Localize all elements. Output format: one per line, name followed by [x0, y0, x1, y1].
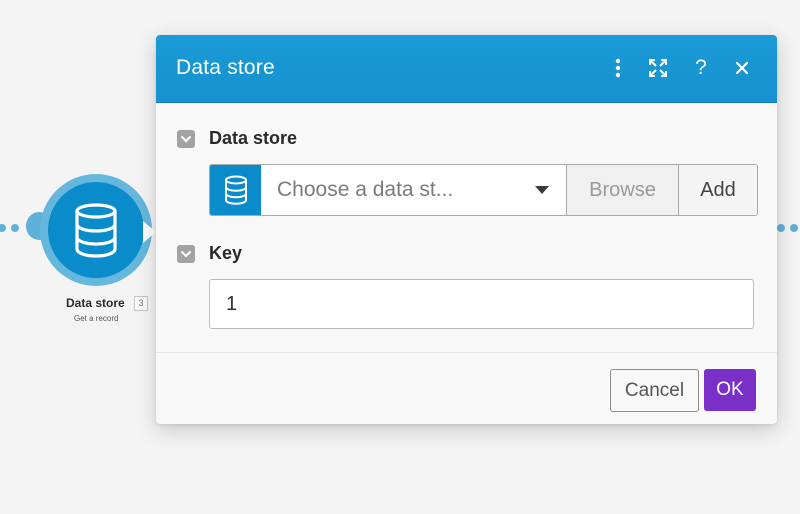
- module-node-subtitle: Get a record: [74, 314, 119, 323]
- browse-button[interactable]: Browse: [567, 165, 679, 215]
- dialog-header: Data store ?: [156, 35, 777, 103]
- data-store-select-placeholder: Choose a data st...: [277, 178, 454, 201]
- scenario-canvas: Data store 3 Get a record Data store ? D…: [0, 0, 800, 514]
- chevron-down-icon: [180, 250, 192, 258]
- help-button[interactable]: ?: [688, 55, 714, 81]
- connector-dot: [777, 224, 785, 232]
- data-store-picker-icon-cell: [210, 165, 261, 215]
- module-node-badge: 3: [134, 296, 148, 311]
- more-options-button[interactable]: [605, 55, 631, 81]
- caret-down-icon: [535, 186, 549, 194]
- connector-dot: [11, 224, 19, 232]
- database-icon: [224, 175, 247, 205]
- node-pointer: [143, 221, 156, 243]
- module-settings-dialog: Data store ? Data store Choose a data st…: [156, 35, 777, 424]
- data-store-picker: Choose a data st... Browse Add: [209, 164, 758, 216]
- chevron-down-icon: [180, 135, 192, 143]
- key-section-label: Key: [209, 243, 243, 263]
- data-store-section-toggle[interactable]: [177, 130, 195, 148]
- more-vertical-icon: [615, 58, 621, 78]
- database-icon: [75, 203, 117, 258]
- ok-button[interactable]: OK: [704, 369, 756, 411]
- close-icon: [735, 61, 749, 75]
- dialog-footer-divider: [156, 352, 777, 353]
- add-data-store-button[interactable]: Add: [679, 165, 757, 215]
- data-store-select[interactable]: Choose a data st...: [261, 165, 567, 215]
- key-section-toggle[interactable]: [177, 245, 195, 263]
- connector-dot: [790, 224, 798, 232]
- data-store-section-label: Data store: [209, 128, 298, 148]
- expand-button[interactable]: [645, 55, 671, 81]
- connector-dot: [0, 224, 6, 232]
- cancel-button[interactable]: Cancel: [610, 369, 699, 412]
- module-node[interactable]: [48, 182, 144, 278]
- dialog-title: Data store: [176, 56, 275, 79]
- key-input[interactable]: [209, 279, 754, 329]
- module-node-title: Data store: [66, 296, 125, 310]
- expand-icon: [649, 59, 667, 77]
- close-button[interactable]: [729, 55, 755, 81]
- help-icon: ?: [695, 56, 707, 79]
